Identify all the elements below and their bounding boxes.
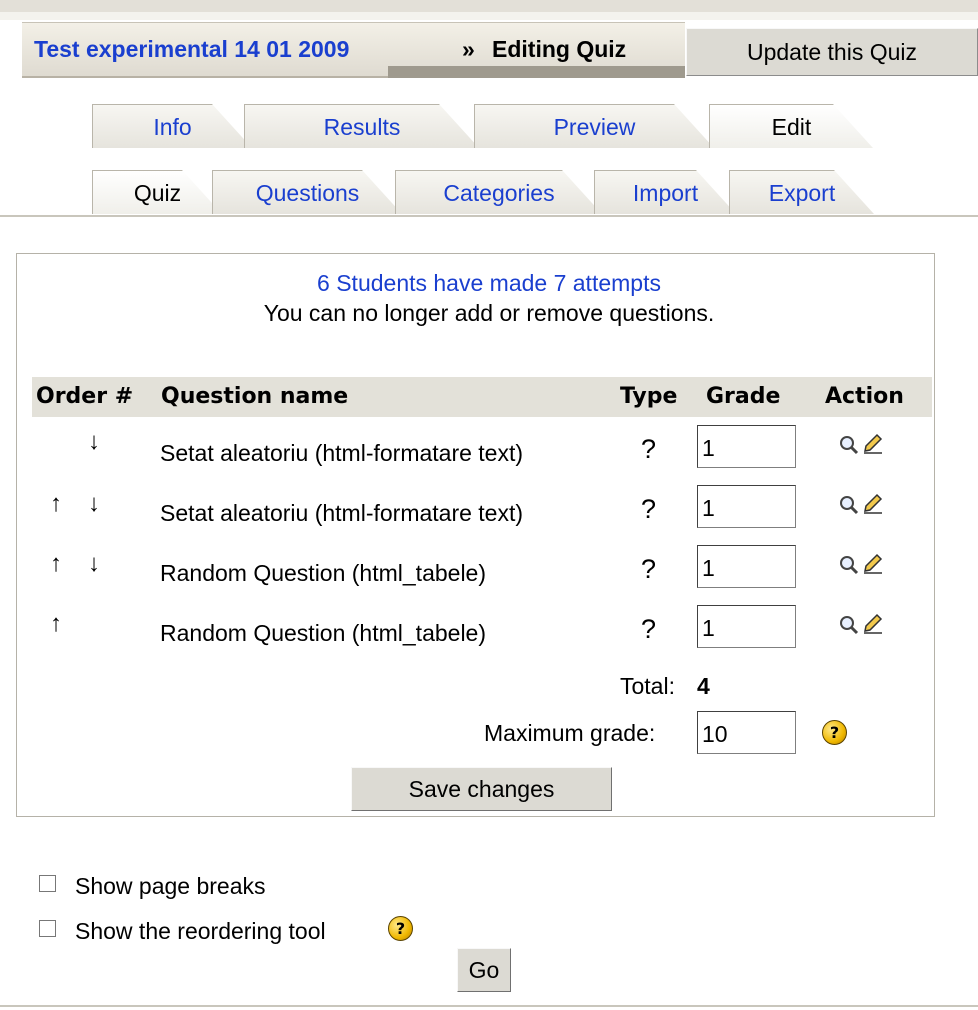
- maximum-grade-label: Maximum grade:: [484, 720, 656, 746]
- breadcrumb-course-link[interactable]: Test experimental 14 01 2009: [34, 36, 349, 63]
- tab-export[interactable]: Export: [729, 170, 874, 214]
- tab-results[interactable]: Results: [244, 104, 479, 148]
- top-band: [0, 0, 978, 12]
- go-button[interactable]: Go: [457, 948, 511, 992]
- top-strip: [0, 12, 978, 20]
- tab-row-divider: [0, 215, 978, 217]
- question-type-random: ?: [641, 434, 657, 464]
- question-type-random: ?: [641, 614, 657, 644]
- tab-quiz-label: Quiz: [133, 180, 182, 206]
- tab-edit[interactable]: Edit: [709, 104, 873, 148]
- move-down-icon[interactable]: ↓: [88, 550, 100, 578]
- show-page-breaks-label: Show page breaks: [75, 873, 266, 899]
- attempts-link[interactable]: 6 Students have made 7 attempts: [0, 270, 978, 297]
- question-type-random: ?: [641, 554, 657, 584]
- tab-import[interactable]: Import: [594, 170, 736, 214]
- preview-magnifier-icon[interactable]: [838, 494, 860, 516]
- header-order: Order #: [36, 384, 134, 409]
- tab-preview-label: Preview: [553, 114, 636, 140]
- tab-questions-label: Questions: [255, 180, 360, 206]
- move-down-icon[interactable]: ↓: [88, 428, 100, 456]
- move-up-icon[interactable]: ↑: [50, 550, 62, 578]
- bottom-divider: [0, 1005, 978, 1007]
- save-changes-button[interactable]: Save changes: [351, 767, 612, 811]
- help-icon[interactable]: ?: [822, 720, 847, 745]
- total-value: 4: [697, 673, 710, 699]
- locked-notice: You can no longer add or remove question…: [263, 300, 715, 326]
- preview-magnifier-icon[interactable]: [838, 434, 860, 456]
- grade-input[interactable]: [697, 425, 796, 468]
- move-down-icon[interactable]: ↓: [88, 490, 100, 518]
- tab-edit-label: Edit: [771, 114, 812, 140]
- show-page-breaks-checkbox[interactable]: [39, 875, 56, 892]
- edit-pencil-icon[interactable]: [862, 492, 884, 514]
- question-name: Random Question (html_tabele): [160, 620, 486, 646]
- navbar-shadow: [388, 66, 685, 78]
- tab-import-label: Import: [632, 180, 699, 206]
- move-up-icon[interactable]: ↑: [50, 610, 62, 638]
- show-reorder-tool-label: Show the reordering tool: [75, 918, 326, 944]
- table-header: Order # Question name Type Grade Action: [32, 377, 932, 417]
- breadcrumb-current: Editing Quiz: [492, 36, 627, 62]
- tab-categories-label: Categories: [443, 180, 555, 206]
- move-up-icon[interactable]: ↑: [50, 490, 62, 518]
- grade-input[interactable]: [697, 605, 796, 648]
- tab-categories[interactable]: Categories: [395, 170, 602, 214]
- grade-input[interactable]: [697, 485, 796, 528]
- header-type: Type: [620, 384, 678, 409]
- breadcrumb-separator: »: [462, 36, 475, 62]
- update-quiz-button[interactable]: Update this Quiz: [686, 28, 978, 76]
- question-name: Random Question (html_tabele): [160, 560, 486, 586]
- help-icon[interactable]: ?: [388, 916, 413, 941]
- tab-info-label: Info: [153, 114, 192, 140]
- tab-results-label: Results: [323, 114, 401, 140]
- tab-info[interactable]: Info: [92, 104, 252, 148]
- header-action: Action: [825, 384, 904, 409]
- header-question-name: Question name: [161, 384, 349, 409]
- header-grade: Grade: [706, 384, 781, 409]
- maximum-grade-input[interactable]: [697, 711, 796, 754]
- question-name: Setat aleatoriu (html-formatare text): [160, 500, 524, 526]
- edit-pencil-icon[interactable]: [862, 432, 884, 454]
- quiz-edit-panel: [16, 253, 935, 817]
- tab-export-label: Export: [768, 180, 836, 206]
- tab-questions[interactable]: Questions: [212, 170, 402, 214]
- tab-preview[interactable]: Preview: [474, 104, 714, 148]
- edit-pencil-icon[interactable]: [862, 552, 884, 574]
- grade-input[interactable]: [697, 545, 796, 588]
- preview-magnifier-icon[interactable]: [838, 554, 860, 576]
- total-label: Total:: [620, 673, 675, 699]
- question-type-random: ?: [641, 494, 657, 524]
- tab-quiz[interactable]: Quiz: [92, 170, 222, 214]
- edit-pencil-icon[interactable]: [862, 612, 884, 634]
- question-name: Setat aleatoriu (html-formatare text): [160, 440, 524, 466]
- preview-magnifier-icon[interactable]: [838, 614, 860, 636]
- show-reorder-tool-checkbox[interactable]: [39, 920, 56, 937]
